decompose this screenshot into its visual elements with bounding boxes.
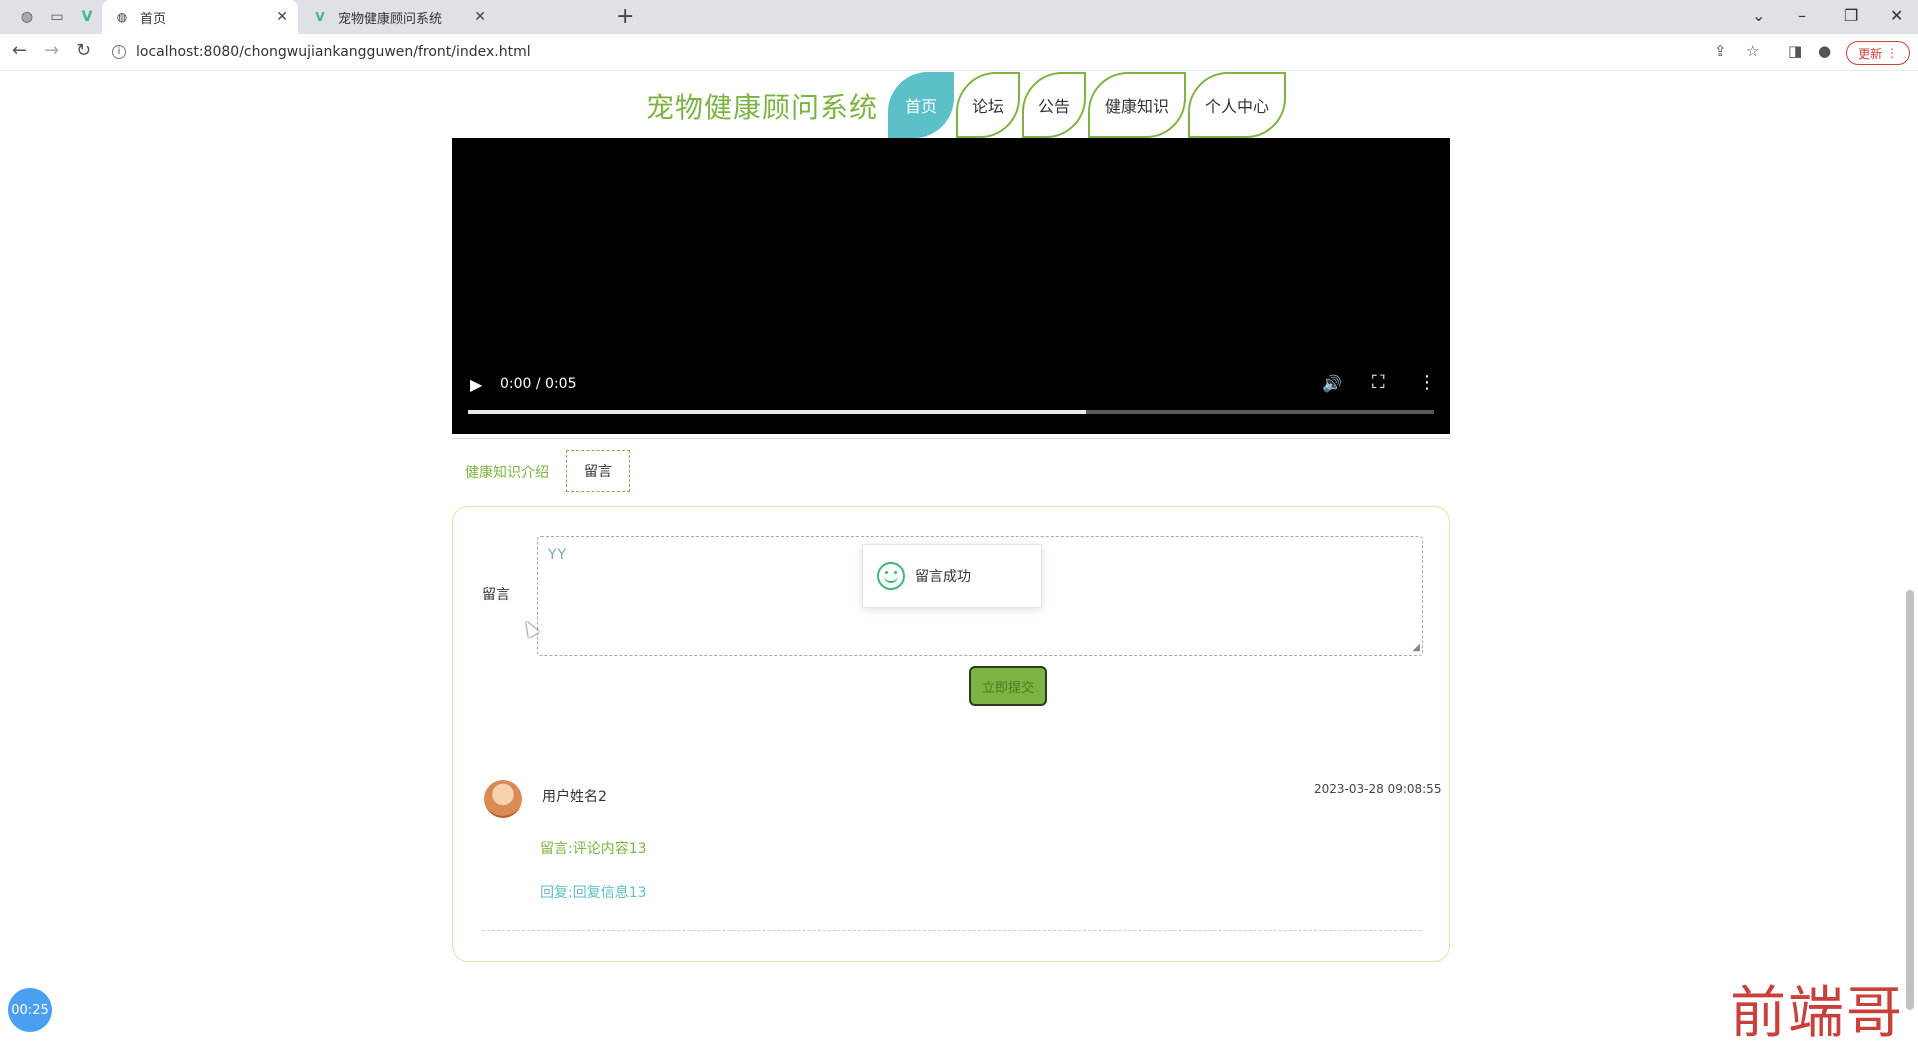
video-progress-fill — [468, 410, 1087, 414]
star-icon[interactable]: ☆ — [1746, 42, 1759, 60]
comment-time: 2023-03-28 09:08:55 — [1314, 782, 1442, 796]
close-icon[interactable]: ✕ — [276, 9, 288, 25]
info-icon[interactable]: i — [112, 45, 126, 59]
vue-logo-icon: V — [315, 10, 325, 24]
browser-tab-home[interactable]: ◍ 首页 ✕ — [102, 0, 298, 34]
minimize-button[interactable]: – — [1798, 6, 1806, 25]
page-scrollbar[interactable] — [1906, 590, 1914, 1010]
close-icon[interactable]: ✕ — [474, 9, 486, 25]
tab-health-intro[interactable]: 健康知识介绍 — [465, 462, 549, 482]
smile-icon — [877, 562, 905, 590]
avatar — [484, 780, 522, 818]
comment-content: 留言:评论内容13 — [540, 841, 647, 857]
nav-home[interactable]: 首页 — [888, 72, 954, 138]
profile-icon[interactable]: ● — [1818, 42, 1831, 60]
browser-tab-site[interactable]: V 宠物健康顾问系统 ✕ — [300, 0, 496, 34]
share-icon[interactable]: ⇪ — [1714, 42, 1727, 60]
fullscreen-icon[interactable]: ⛶ — [1372, 372, 1385, 393]
site-title: 宠物健康顾问系统 — [646, 91, 879, 124]
volume-icon[interactable]: 🔊 — [1322, 374, 1342, 393]
close-window-button[interactable]: ✕ — [1890, 6, 1903, 25]
browser-tab-strip: ◍ ▭ V ◍ 首页 ✕ V 宠物健康顾问系统 ✕ + ⌄ – ❐ ✕ — [0, 0, 1918, 34]
tab-title: 首页 — [140, 11, 167, 27]
more-options-icon[interactable]: ⋮ — [1418, 372, 1436, 393]
video-time: 0:00 / 0:05 — [500, 376, 577, 392]
address-toolbar: ← → ↻ i localhost:8080/chongwujiankanggu… — [0, 34, 1918, 71]
recording-timer: 00:25 — [8, 988, 52, 1032]
url-text: localhost:8080/chongwujiankangguwen/fron… — [136, 44, 531, 60]
success-toast: 留言成功 — [862, 544, 1042, 608]
update-button[interactable]: 更新 ⋮ — [1846, 41, 1910, 65]
video-player[interactable]: ▶ 0:00 / 0:05 🔊 ⛶ ⋮ — [452, 138, 1450, 434]
reload-icon[interactable]: ↻ — [76, 40, 91, 61]
blank-tab-icon[interactable]: ▭ — [46, 6, 68, 28]
vue-logo-icon[interactable]: V — [76, 6, 98, 28]
comment-user: 用户姓名2 — [542, 789, 607, 805]
forward-arrow-icon[interactable]: → — [44, 40, 59, 61]
tab-search-icon[interactable]: ⌄ — [1752, 6, 1765, 25]
play-icon[interactable]: ▶ — [470, 375, 482, 394]
nav-personal-center[interactable]: 个人中心 — [1188, 72, 1286, 138]
nav-notice[interactable]: 公告 — [1022, 72, 1086, 138]
globe-icon[interactable]: ◍ — [16, 6, 38, 28]
video-progress-bar[interactable] — [468, 410, 1434, 414]
comment-label: 留言 — [482, 587, 510, 603]
comment-divider — [482, 930, 1422, 931]
watermark: 前端哥 — [1730, 981, 1904, 1046]
submit-button[interactable]: 立即提交 — [969, 666, 1047, 706]
globe-icon: ◍ — [116, 10, 128, 24]
comment-textarea-value: YY — [548, 547, 568, 563]
side-panel-icon[interactable]: ◨ — [1788, 42, 1802, 60]
comment-reply: 回复:回复信息13 — [540, 885, 647, 901]
update-label: 更新 — [1858, 46, 1883, 61]
tab-title: 宠物健康顾问系统 — [338, 11, 443, 27]
resize-grip-icon[interactable]: ◢ — [1412, 642, 1420, 653]
toast-message: 留言成功 — [915, 569, 971, 585]
nav-health-knowledge[interactable]: 健康知识 — [1088, 72, 1186, 138]
restore-button[interactable]: ❐ — [1844, 6, 1858, 25]
url-field[interactable]: i localhost:8080/chongwujiankangguwen/fr… — [112, 40, 1712, 64]
back-arrow-icon[interactable]: ← — [12, 40, 27, 61]
nav-forum[interactable]: 论坛 — [956, 72, 1020, 138]
new-tab-button[interactable]: + — [616, 4, 634, 29]
tab-comment[interactable]: 留言 — [566, 450, 630, 492]
tabs-divider — [452, 438, 1450, 439]
